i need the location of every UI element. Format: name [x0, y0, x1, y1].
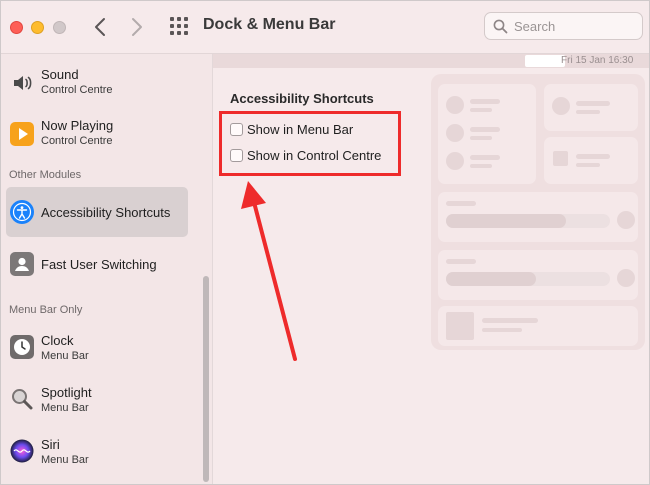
preferences-window: Dock & Menu Bar Sound Control Centre — [0, 0, 650, 485]
annotation-arrow — [241, 181, 297, 361]
